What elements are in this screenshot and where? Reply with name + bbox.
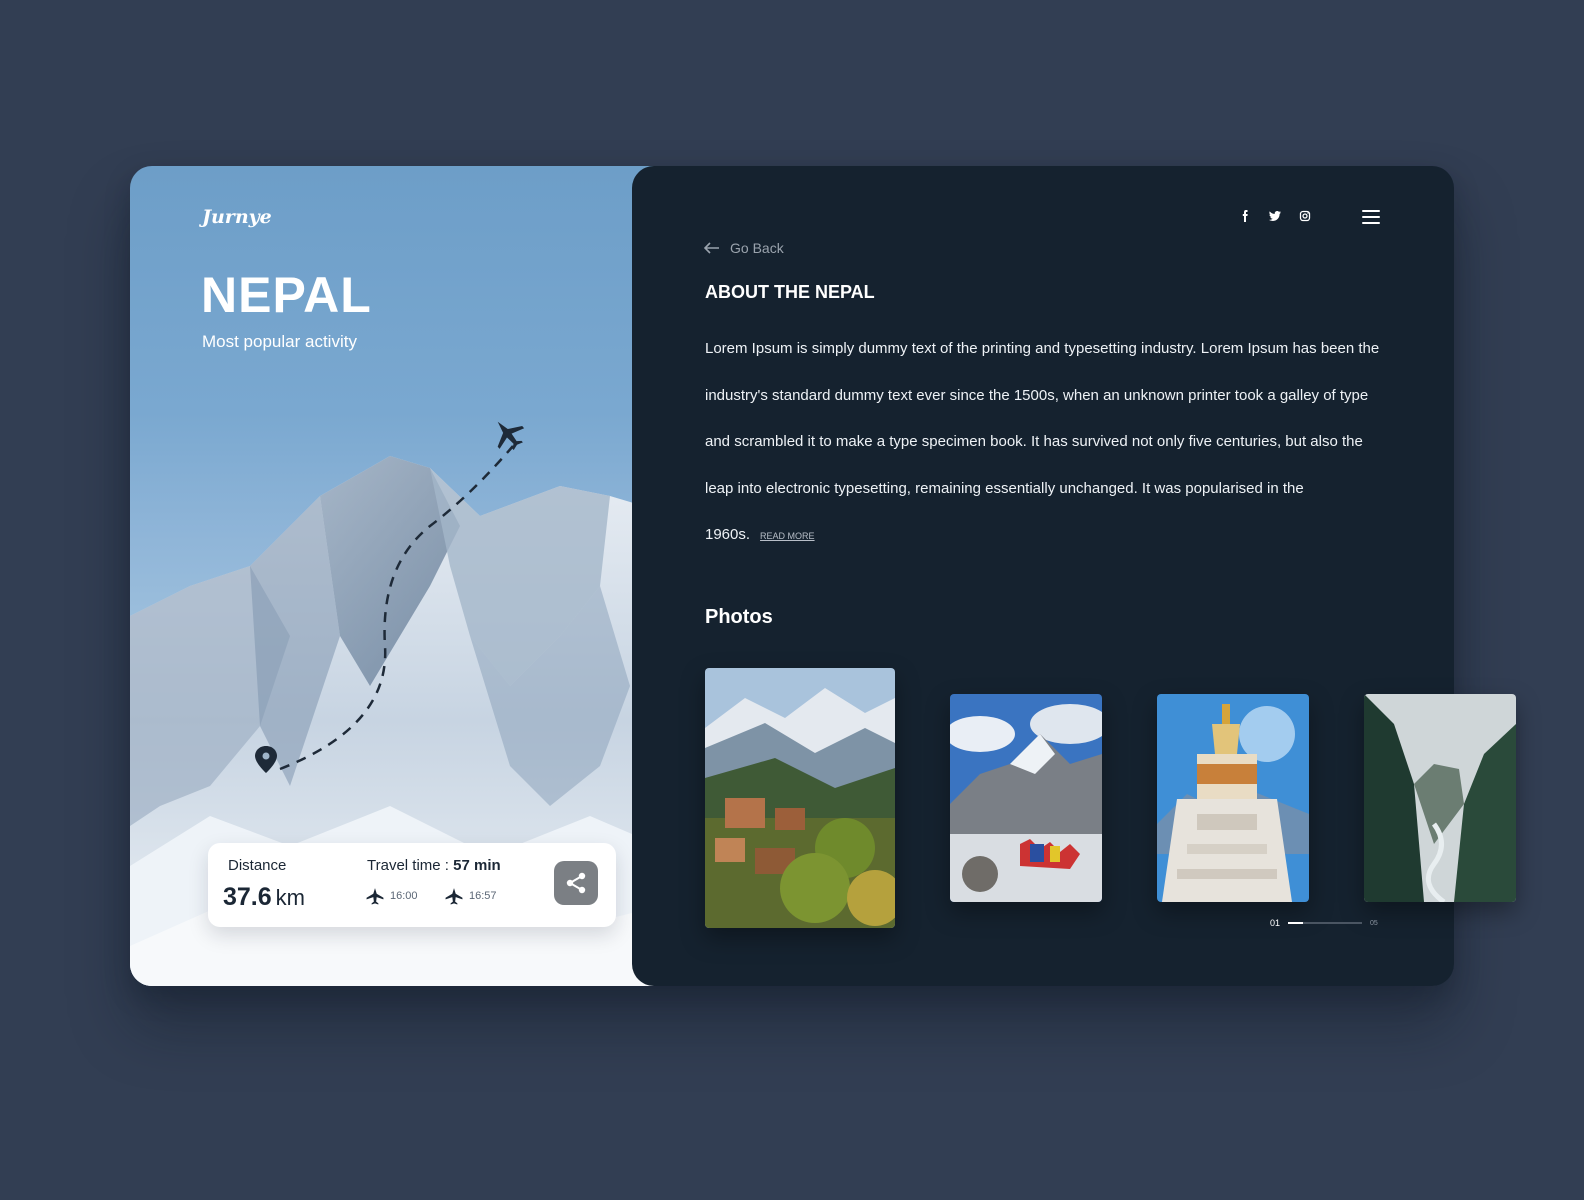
page-title: NEPAL	[201, 267, 372, 323]
brand-logo[interactable]: Jurnye	[202, 206, 272, 228]
photo-stupa[interactable]	[1157, 694, 1309, 902]
facebook-icon[interactable]	[1238, 209, 1252, 223]
go-back-link[interactable]: Go Back	[704, 240, 784, 256]
travel-time: Travel time : 57 min	[367, 857, 501, 874]
hero-panel: Jurnye NEPAL Most popular activity Dista…	[130, 166, 660, 986]
go-back-label: Go Back	[730, 240, 784, 256]
plane-arrival-icon	[445, 888, 463, 905]
airplane-icon	[497, 421, 525, 451]
pager-current: 01	[1270, 918, 1281, 928]
pager-total: 05	[1370, 919, 1378, 927]
instagram-icon[interactable]	[1298, 209, 1312, 223]
pager-progress	[1288, 922, 1303, 924]
arrow-left-icon	[704, 242, 719, 254]
distance-unit: km	[275, 885, 305, 910]
share-button[interactable]	[554, 861, 598, 905]
content-panel: Go Back ABOUT THE NEPAL Lorem Ipsum is s…	[632, 166, 1516, 986]
photos-heading: Photos	[705, 606, 773, 628]
photo-pager: 01 05	[1270, 918, 1378, 928]
trip-info-card: Distance 37.6 km Travel time : 57 min 16:…	[208, 843, 616, 927]
about-heading: ABOUT THE NEPAL	[705, 282, 875, 302]
travel-time-label: Travel time :	[367, 857, 449, 874]
twitter-icon[interactable]	[1268, 209, 1282, 223]
page-subtitle: Most popular activity	[202, 332, 357, 351]
hamburger-menu-button[interactable]	[1362, 210, 1380, 224]
share-icon	[566, 872, 586, 894]
departure-time: 16:00	[390, 890, 418, 902]
pager-track[interactable]	[1288, 922, 1363, 924]
plane-departure-icon	[366, 888, 384, 905]
distance-value: 37.6 km	[223, 883, 305, 912]
travel-time-value: 57 min	[453, 857, 501, 874]
departure: 16:00	[366, 887, 418, 905]
arrival: 16:57	[445, 887, 497, 905]
arrival-time: 16:57	[469, 890, 497, 902]
distance-label: Distance	[228, 857, 287, 874]
about-text: Lorem Ipsum is simply dummy text of the …	[705, 326, 1385, 560]
photo-village[interactable]	[705, 668, 895, 928]
social-links	[1238, 209, 1312, 223]
photo-river-valley[interactable]	[1364, 694, 1516, 902]
about-body: Lorem Ipsum is simply dummy text of the …	[705, 340, 1380, 543]
distance-number: 37.6	[223, 883, 272, 911]
photo-snowy-peaks[interactable]	[950, 694, 1102, 902]
read-more-link[interactable]: READ MORE	[760, 531, 815, 541]
